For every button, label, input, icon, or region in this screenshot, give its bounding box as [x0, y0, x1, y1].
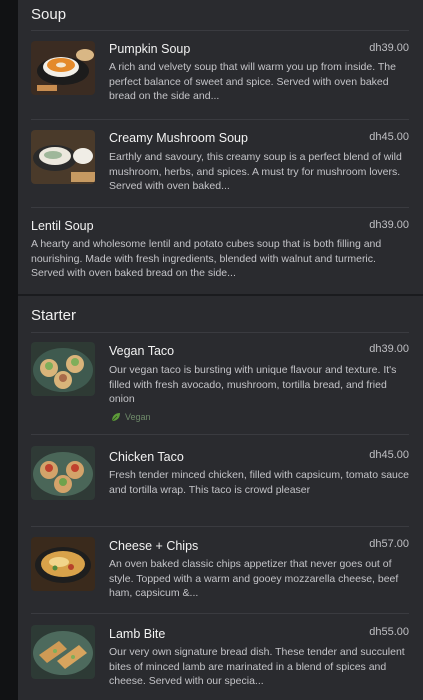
leaf-icon [111, 413, 120, 422]
item-name: Vegan Taco [109, 344, 175, 358]
item-name: Chicken Taco [109, 450, 184, 464]
item-name: Lamb Bite [109, 627, 166, 641]
cheese-chips-image [31, 537, 95, 591]
mushroom-soup-image [31, 130, 95, 184]
divider [31, 207, 409, 208]
menu-item-chicken-taco[interactable]: Chicken Taco dh45.00 Fresh tender minced… [31, 440, 409, 524]
divider [31, 30, 409, 31]
item-price: dh39.00 [369, 219, 409, 231]
item-price: dh39.00 [369, 343, 409, 355]
menu-item-cheese-chips[interactable]: Cheese + Chips dh57.00 An oven baked cla… [31, 532, 409, 616]
item-price: dh39.00 [369, 42, 409, 54]
pumpkin-soup-image [31, 41, 95, 95]
item-description: An oven baked classic chips appetizer th… [109, 558, 399, 600]
item-price: dh45.00 [369, 449, 409, 461]
vegan-badge: Vegan [111, 412, 151, 422]
item-price: dh57.00 [369, 538, 409, 550]
item-name: Creamy Mushroom Soup [109, 131, 248, 145]
menu-item-creamy-mushroom-soup[interactable]: Creamy Mushroom Soup dh45.00 Earthly and… [31, 124, 409, 204]
divider [31, 526, 409, 527]
section-title-starter: Starter [31, 307, 77, 324]
item-price: dh45.00 [369, 131, 409, 143]
divider [31, 332, 409, 333]
section-title-soup: Soup [31, 6, 67, 23]
item-name: Lentil Soup [31, 219, 94, 233]
section-divider [18, 294, 423, 296]
menu-panel: Soup Pumpkin Soup dh39.00 A rich and vel… [18, 0, 423, 700]
vegan-taco-image [31, 342, 95, 396]
item-description: Our very own signature bread dish. These… [109, 646, 405, 688]
divider [31, 434, 409, 435]
divider [31, 119, 409, 120]
divider [31, 613, 409, 614]
item-price: dh55.00 [369, 626, 409, 638]
menu-item-vegan-taco[interactable]: Vegan Taco dh39.00 Our vegan taco is bur… [31, 338, 409, 430]
item-description: A rich and velvety soup that will warm y… [109, 61, 396, 103]
lamb-bite-image [31, 625, 95, 679]
item-description: A hearty and wholesome lentil and potato… [31, 238, 382, 280]
chicken-taco-image [31, 446, 95, 500]
item-description: Earthly and savoury, this creamy soup is… [109, 151, 402, 193]
menu-item-lentil-soup[interactable]: Lentil Soup dh39.00 A hearty and wholeso… [31, 212, 409, 290]
menu-item-lamb-bite[interactable]: Lamb Bite dh55.00 Our very own signature… [31, 619, 409, 700]
vegan-label: Vegan [125, 412, 151, 422]
item-name: Pumpkin Soup [109, 42, 191, 56]
menu-item-pumpkin-soup[interactable]: Pumpkin Soup dh39.00 A rich and velvety … [31, 36, 409, 114]
item-description: Fresh tender minced chicken, filled with… [109, 469, 409, 496]
item-description: Our vegan taco is bursting with unique f… [109, 364, 397, 406]
item-name: Cheese + Chips [109, 539, 199, 553]
